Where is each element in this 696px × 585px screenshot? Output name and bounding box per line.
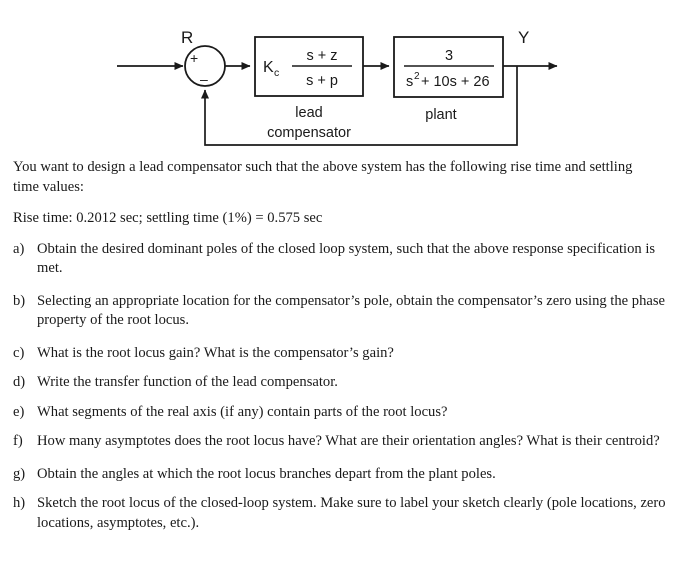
list-item-text: Write the transfer function of the lead … [37,374,338,390]
spacer [0,422,696,432]
output-label-y: Y [518,28,529,47]
list-item: h) Sketch the root locus of the closed-l… [0,494,696,533]
spacer [0,331,696,344]
list-item-marker: e) [13,403,25,420]
compensator-caption-line2: compensator [267,125,351,141]
spacer [0,363,696,373]
list-item: c) What is the root locus gain? What is … [0,344,696,364]
block-diagram-figure: R Y + – K c s + z s + p 3 s 2 + 10s + 26… [0,0,696,158]
question-list: a) Obtain the desired dominant poles of … [0,240,696,534]
plant-caption: plant [425,107,456,123]
intro-paragraph: You want to design a lead compensator su… [13,159,633,195]
compensator-gain-label: K [263,59,274,76]
problem-statement: You want to design a lead compensator su… [0,158,696,533]
compensator-denominator: s + p [306,73,338,89]
list-item-text: What is the root locus gain? What is the… [37,344,394,361]
spec-paragraph: Rise time: 0.2012 sec; settling time (1%… [13,210,323,226]
plant-denominator-rest: + 10s + 26 [421,74,490,90]
plant-denominator-exponent: 2 [414,71,420,82]
list-item-text: Selecting an appropriate location for th… [37,292,666,329]
input-label-r: R [181,28,193,47]
list-item: d) Write the transfer function of the le… [0,373,696,393]
list-item-text: How many asymptotes does the root locus … [37,433,660,449]
list-item-marker: d) [13,374,26,390]
spacer [0,279,696,292]
spacer [0,452,696,465]
list-item: f) How many asymptotes does the root loc… [0,432,696,452]
list-item-marker: g) [13,465,26,482]
list-item: e) What segments of the real axis (if an… [0,403,696,423]
list-item-text: Obtain the desired dominant poles of the… [37,240,656,277]
list-item-marker: f) [13,433,23,449]
list-item-text: Obtain the angles at which the root locu… [37,465,496,482]
list-item: a) Obtain the desired dominant poles of … [0,240,696,279]
plant-denominator-s: s [406,74,413,90]
list-item-marker: b) [13,292,26,309]
summing-plus-sign: + [190,50,198,66]
list-item-text: What segments of the real axis (if any) … [37,403,448,420]
list-item-marker: c) [13,344,25,361]
spacer [0,393,696,403]
compensator-gain-subscript: c [274,67,279,79]
plant-numerator: 3 [445,48,453,64]
spacer [0,484,696,494]
list-item-marker: h) [13,495,26,511]
compensator-numerator: s + z [306,48,337,64]
list-item-marker: a) [13,240,25,257]
summing-minus-sign: – [200,71,208,87]
list-item-text: Sketch the root locus of the closed-loop… [37,495,666,531]
compensator-caption-line1: lead [295,105,322,121]
list-item: b) Selecting an appropriate location for… [0,292,696,331]
list-item: g) Obtain the angles at which the root l… [0,465,696,485]
output-branch-node [516,65,518,67]
